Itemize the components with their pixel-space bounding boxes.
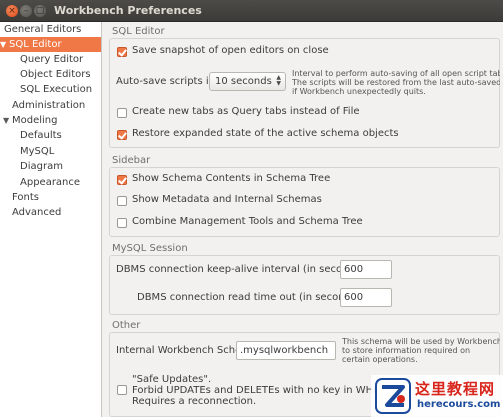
watermark-logo-icon — [375, 378, 411, 414]
safe-updates-label: "Safe Updates". Forbid UPDATEs and DELET… — [132, 374, 393, 407]
watermark-chinese-text: 这里教程网 — [415, 380, 496, 398]
sidebar-item-fonts[interactable]: Fonts — [12, 190, 39, 205]
internal-schema-hint: This schema will be used by Workbench to… — [342, 337, 500, 364]
keepalive-label: DBMS connection keep-alive interval (in … — [116, 264, 368, 275]
section-title-mysql-session: MySQL Session — [112, 243, 188, 254]
internal-schema-hint-line: to store information required on — [342, 346, 471, 355]
sidebar-item-label: Advanced — [12, 207, 62, 218]
read-timeout-input[interactable]: 600 — [340, 288, 392, 307]
new-tabs-query-checkbox[interactable] — [117, 108, 127, 118]
title-bar: × – □ Workbench Preferences — [0, 0, 503, 22]
spin-arrows-icon: ▲ ▼ — [276, 74, 281, 87]
sidebar-item-defaults[interactable]: Defaults — [20, 128, 62, 143]
show-metadata-label: Show Metadata and Internal Schemas — [132, 194, 322, 205]
sidebar-item-label: Administration — [12, 100, 86, 111]
sidebar-item-label: Modeling — [12, 115, 58, 126]
section-title-sql-editor: SQL Editor — [112, 26, 165, 37]
sidebar-item-sql-execution[interactable]: SQL Execution — [20, 82, 92, 97]
sidebar-item-mysql[interactable]: MySQL — [20, 144, 54, 159]
sidebar-item-object-editors[interactable]: Object Editors — [20, 67, 91, 82]
preferences-sidebar: General Editors ▼ SQL Editor Query Editor… — [0, 22, 102, 417]
close-icon: × — [8, 6, 16, 16]
read-timeout-label: DBMS connection read time out (in second… — [137, 292, 364, 303]
sidebar-item-diagram[interactable]: Diagram — [20, 159, 63, 174]
section-title-other: Other — [112, 320, 141, 331]
preferences-content: SQL Editor Save snapshot of open editors… — [103, 22, 503, 417]
new-tabs-query-label: Create new tabs as Query tabs instead of… — [132, 106, 360, 117]
autosave-label: Auto-save scripts int — [116, 76, 219, 87]
save-snapshot-checkbox[interactable] — [117, 47, 127, 57]
sidebar-item-modeling[interactable]: ▼ Modeling — [3, 113, 58, 128]
restore-expanded-checkbox[interactable] — [117, 130, 127, 140]
internal-schema-label: Internal Workbench Scher — [116, 345, 246, 356]
internal-schema-hint-line: This schema will be used by Workbench — [342, 337, 500, 346]
show-metadata-checkbox[interactable] — [117, 196, 127, 206]
sidebar-item-query-editor[interactable]: Query Editor — [20, 52, 83, 67]
sidebar-item-label: Defaults — [20, 130, 62, 141]
combine-tools-checkbox[interactable] — [117, 218, 127, 228]
sidebar-item-appearance[interactable]: Appearance — [20, 175, 80, 190]
sidebar-item-label: SQL Execution — [20, 84, 93, 95]
sidebar-item-label: Diagram — [20, 161, 63, 172]
show-schema-contents-checkbox[interactable] — [117, 175, 127, 185]
keepalive-input[interactable]: 600 — [340, 260, 392, 279]
autosave-interval-select[interactable]: 10 seconds ▲ ▼ — [209, 72, 286, 91]
minimize-window-button[interactable]: – — [20, 5, 32, 17]
watermark: 这里教程网 herecours.com — [371, 375, 503, 417]
preferences-window: × – □ Workbench Preferences General Edit… — [0, 0, 503, 417]
close-window-button[interactable]: × — [6, 5, 18, 17]
combine-tools-label: Combine Management Tools and Schema Tree — [132, 216, 363, 227]
maximize-icon: □ — [35, 6, 45, 16]
restore-expanded-label: Restore expanded state of the active sch… — [132, 128, 399, 139]
autosave-hint-line: if Workbench unexpectedly quits. — [292, 87, 426, 96]
internal-schema-input[interactable]: .mysqlworkbench — [236, 341, 336, 360]
safe-updates-line: Requires a reconnection. — [132, 396, 257, 407]
safe-updates-line: "Safe Updates". — [132, 374, 212, 385]
sidebar-item-general-editors[interactable]: General Editors — [4, 22, 81, 37]
sidebar-item-administration[interactable]: Administration — [12, 98, 85, 113]
sidebar-item-label: MySQL — [20, 146, 55, 157]
safe-updates-line: Forbid UPDATEs and DELETEs with no key i… — [132, 385, 393, 396]
sidebar-item-advanced[interactable]: Advanced — [12, 205, 61, 220]
maximize-window-button[interactable]: □ — [34, 5, 46, 17]
sidebar-item-label: Object Editors — [20, 69, 91, 80]
chevron-down-icon[interactable]: ▼ — [3, 113, 12, 128]
chevron-down-icon[interactable]: ▼ — [0, 37, 9, 52]
safe-updates-checkbox[interactable] — [117, 385, 127, 395]
autosave-hint-line: The scripts will be restored from the la… — [292, 78, 500, 87]
window-title: Workbench Preferences — [54, 4, 202, 17]
sidebar-item-label: SQL Editor — [9, 39, 62, 50]
internal-schema-hint-line: certain operations. — [342, 355, 418, 364]
minimize-icon: – — [23, 6, 29, 16]
show-schema-contents-label: Show Schema Contents in Schema Tree — [132, 173, 331, 184]
save-snapshot-label: Save snapshot of open editors on close — [132, 45, 329, 56]
autosave-hint-line: Interval to perform auto-saving of all o… — [292, 69, 500, 78]
section-title-sidebar: Sidebar — [112, 155, 151, 166]
autosave-interval-value: 10 seconds — [215, 76, 272, 87]
autosave-hint: Interval to perform auto-saving of all o… — [292, 69, 500, 96]
sidebar-item-label: Query Editor — [20, 54, 84, 65]
sidebar-item-sql-editor[interactable]: ▼ SQL Editor — [0, 37, 101, 52]
watermark-url: herecours.com — [417, 399, 501, 410]
sidebar-item-label: Fonts — [12, 192, 39, 203]
sidebar-item-label: General Editors — [4, 24, 82, 35]
sidebar-item-label: Appearance — [20, 177, 81, 188]
